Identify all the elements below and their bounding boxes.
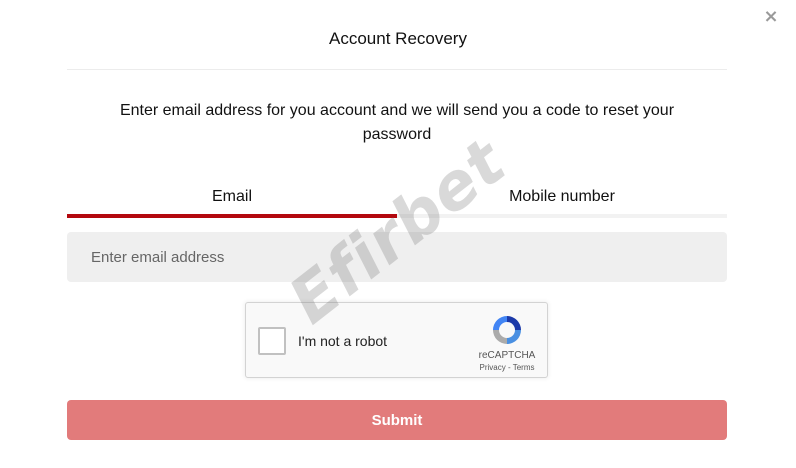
close-icon[interactable]: × bbox=[762, 7, 780, 27]
captcha-label: I'm not a robot bbox=[298, 333, 388, 349]
submit-button[interactable]: Submit bbox=[67, 400, 727, 440]
captcha-link-separator: - bbox=[505, 363, 513, 372]
title-divider bbox=[67, 69, 727, 70]
captcha-checkbox[interactable] bbox=[258, 327, 286, 355]
captcha-terms-link[interactable]: Terms bbox=[513, 363, 535, 372]
captcha-privacy-link[interactable]: Privacy bbox=[480, 363, 506, 372]
tab-mobile-number[interactable]: Mobile number bbox=[397, 184, 727, 218]
recaptcha-widget: I'm not a robot reCAPTCHA Privacy - Term… bbox=[245, 302, 548, 378]
modal-title: Account Recovery bbox=[329, 29, 467, 48]
captcha-brand: reCAPTCHA bbox=[478, 350, 536, 361]
instructions-text: Enter email address for you account and … bbox=[119, 102, 675, 143]
captcha-links: Privacy - Terms bbox=[472, 363, 542, 372]
tab-email[interactable]: Email bbox=[67, 184, 397, 218]
recovery-method-tabs: Email Mobile number bbox=[67, 184, 727, 218]
recaptcha-logo-icon bbox=[493, 316, 521, 344]
email-input[interactable] bbox=[67, 232, 727, 282]
